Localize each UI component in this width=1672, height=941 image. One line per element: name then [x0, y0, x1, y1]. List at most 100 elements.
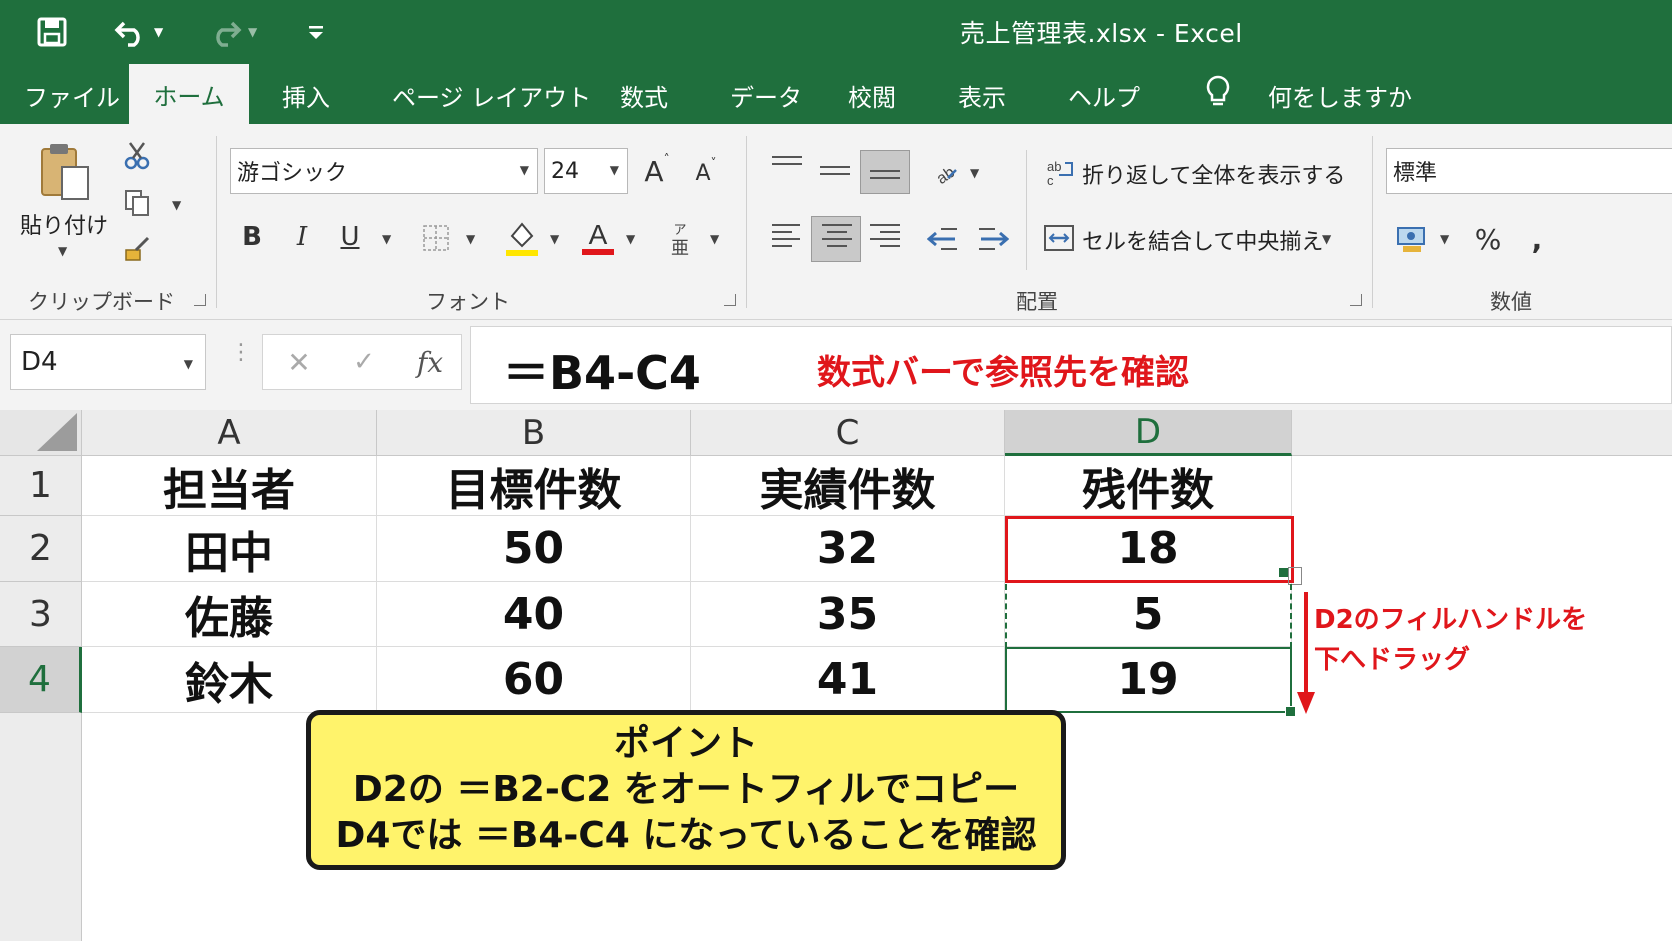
- undo-icon[interactable]: ▼: [114, 14, 163, 50]
- copy-dropdown-icon[interactable]: ▼: [172, 198, 181, 212]
- font-color-dropdown-icon[interactable]: ▼: [626, 232, 635, 246]
- cancel-icon[interactable]: ✕: [285, 345, 313, 379]
- decrease-indent-icon[interactable]: [926, 222, 960, 256]
- column-header-b[interactable]: B: [377, 410, 691, 456]
- alignment-launcher-icon[interactable]: [1350, 294, 1362, 306]
- cell-b4[interactable]: 60: [377, 647, 691, 713]
- chevron-down-icon: ▼: [609, 163, 619, 177]
- paste-button[interactable]: 貼り付け: [20, 208, 108, 240]
- cut-icon[interactable]: [120, 138, 154, 172]
- formula-input[interactable]: ＝B4-C4 数式バーで参照先を確認: [470, 326, 1672, 404]
- cell-a1[interactable]: 担当者: [82, 456, 377, 516]
- ribbon: 貼り付け ▼ ▼ クリップボード 游ゴシック ▼ 24 ▼ A ˄ A ˅ B I …: [0, 124, 1672, 320]
- formula-bar-splitter-icon[interactable]: ⋮: [230, 342, 252, 364]
- column-header-d[interactable]: D: [1005, 410, 1292, 456]
- orientation-icon[interactable]: ab: [928, 154, 962, 188]
- paste-dropdown-icon[interactable]: ▼: [58, 244, 67, 258]
- redo-dropdown-icon[interactable]: ▼: [248, 25, 257, 39]
- cell-b3[interactable]: 40: [377, 582, 691, 647]
- tab-page-layout[interactable]: ページ レイアウト: [392, 78, 591, 113]
- phonetic-dropdown-icon[interactable]: ▼: [710, 232, 719, 246]
- font-color-icon[interactable]: A: [580, 216, 616, 258]
- align-middle-icon[interactable]: [820, 166, 850, 190]
- cell-c1[interactable]: 実績件数: [691, 456, 1005, 516]
- accounting-dropdown-icon[interactable]: ▼: [1440, 232, 1449, 246]
- percent-icon[interactable]: %: [1470, 220, 1506, 258]
- borders-icon[interactable]: [420, 222, 452, 254]
- enter-icon[interactable]: ✓: [349, 345, 379, 379]
- copy-icon[interactable]: [120, 186, 154, 220]
- font-size-select[interactable]: 24 ▼: [544, 148, 628, 194]
- tab-insert[interactable]: 挿入: [282, 78, 330, 113]
- underline-dropdown-icon[interactable]: ▼: [382, 232, 391, 246]
- tell-me-search[interactable]: 何をしますか: [1268, 78, 1412, 113]
- column-header-c[interactable]: C: [691, 410, 1005, 456]
- row-header-3[interactable]: 3: [0, 582, 82, 647]
- select-all-button[interactable]: [0, 410, 82, 456]
- formula-buttons: ✕ ✓ fx: [262, 334, 462, 390]
- italic-icon[interactable]: I: [286, 218, 318, 256]
- name-box[interactable]: D4 ▼: [10, 334, 206, 390]
- wrap-text-button[interactable]: 折り返して全体を表示する: [1082, 158, 1345, 190]
- paste-icon[interactable]: [36, 140, 96, 204]
- cell-c4[interactable]: 41: [691, 647, 1005, 713]
- bold-icon[interactable]: B: [236, 218, 268, 256]
- tab-data[interactable]: データ: [730, 78, 802, 113]
- clipboard-launcher-icon[interactable]: [194, 294, 206, 306]
- tab-formulas[interactable]: 数式: [620, 78, 668, 113]
- grow-font-icon[interactable]: A ˄: [640, 152, 674, 190]
- cell-a2[interactable]: 田中: [82, 516, 377, 582]
- merge-center-button[interactable]: セルを結合して中央揃え: [1082, 224, 1323, 256]
- comma-style-icon[interactable]: ,: [1524, 220, 1550, 258]
- fill-color-icon[interactable]: [504, 218, 540, 258]
- cell-c3[interactable]: 35: [691, 582, 1005, 647]
- number-format-select[interactable]: 標準: [1386, 148, 1672, 194]
- orientation-dropdown-icon[interactable]: ▼: [970, 166, 979, 180]
- merge-dropdown-icon[interactable]: ▼: [1322, 232, 1331, 246]
- cell-d1[interactable]: 残件数: [1005, 456, 1292, 516]
- insert-function-icon[interactable]: fx: [413, 343, 447, 381]
- lightbulb-icon[interactable]: [1204, 74, 1232, 116]
- save-icon[interactable]: [36, 14, 68, 50]
- tab-help[interactable]: ヘルプ: [1068, 78, 1140, 113]
- align-top-icon[interactable]: [772, 156, 802, 180]
- ribbon-tabs: ファイル ホーム 挿入 ページ レイアウト 数式 データ 校閲 表示 ヘルプ 何…: [0, 64, 1672, 124]
- redo-icon[interactable]: ▼: [208, 14, 257, 50]
- accounting-format-icon[interactable]: [1394, 220, 1430, 256]
- merge-center-icon[interactable]: [1042, 222, 1076, 254]
- tab-home[interactable]: ホーム: [129, 64, 249, 124]
- cell-b1[interactable]: 目標件数: [377, 456, 691, 516]
- formula-bar: D4 ▼ ⋮ ✕ ✓ fx ＝B4-C4 数式バーで参照先を確認: [0, 320, 1672, 410]
- increase-indent-icon[interactable]: [976, 222, 1010, 256]
- align-left-icon[interactable]: [772, 224, 802, 248]
- align-center-icon[interactable]: [822, 224, 852, 248]
- cell-b2[interactable]: 50: [377, 516, 691, 582]
- cell-c2[interactable]: 32: [691, 516, 1005, 582]
- svg-text:ab: ab: [934, 164, 958, 186]
- wrap-text-icon[interactable]: ab c: [1044, 156, 1076, 188]
- row-header-2[interactable]: 2: [0, 516, 82, 582]
- fill-color-dropdown-icon[interactable]: ▼: [550, 232, 559, 246]
- phonetic-icon[interactable]: ア亜: [664, 218, 696, 258]
- borders-dropdown-icon[interactable]: ▼: [466, 232, 475, 246]
- font-group-label: フォント: [426, 290, 510, 314]
- row-header-1[interactable]: 1: [0, 456, 82, 516]
- name-box-value: D4: [21, 347, 58, 377]
- customize-icon[interactable]: [306, 14, 326, 50]
- font-family-select[interactable]: 游ゴシック ▼: [230, 148, 538, 194]
- undo-dropdown-icon[interactable]: ▼: [154, 25, 163, 39]
- tab-review[interactable]: 校閲: [848, 78, 896, 113]
- column-header-a[interactable]: A: [82, 410, 377, 456]
- underline-icon[interactable]: U: [334, 218, 366, 256]
- cell-a3[interactable]: 佐藤: [82, 582, 377, 647]
- cell-a4[interactable]: 鈴木: [82, 647, 377, 713]
- align-right-icon[interactable]: [870, 224, 900, 248]
- tab-view[interactable]: 表示: [958, 78, 1006, 113]
- format-painter-icon[interactable]: [120, 232, 154, 266]
- align-bottom-icon[interactable]: [870, 170, 900, 194]
- font-launcher-icon[interactable]: [724, 294, 736, 306]
- shrink-font-icon[interactable]: A ˅: [690, 156, 722, 190]
- column-header-e[interactable]: [1292, 410, 1672, 456]
- tab-file[interactable]: ファイル: [24, 78, 120, 113]
- row-header-4[interactable]: 4: [0, 647, 82, 713]
